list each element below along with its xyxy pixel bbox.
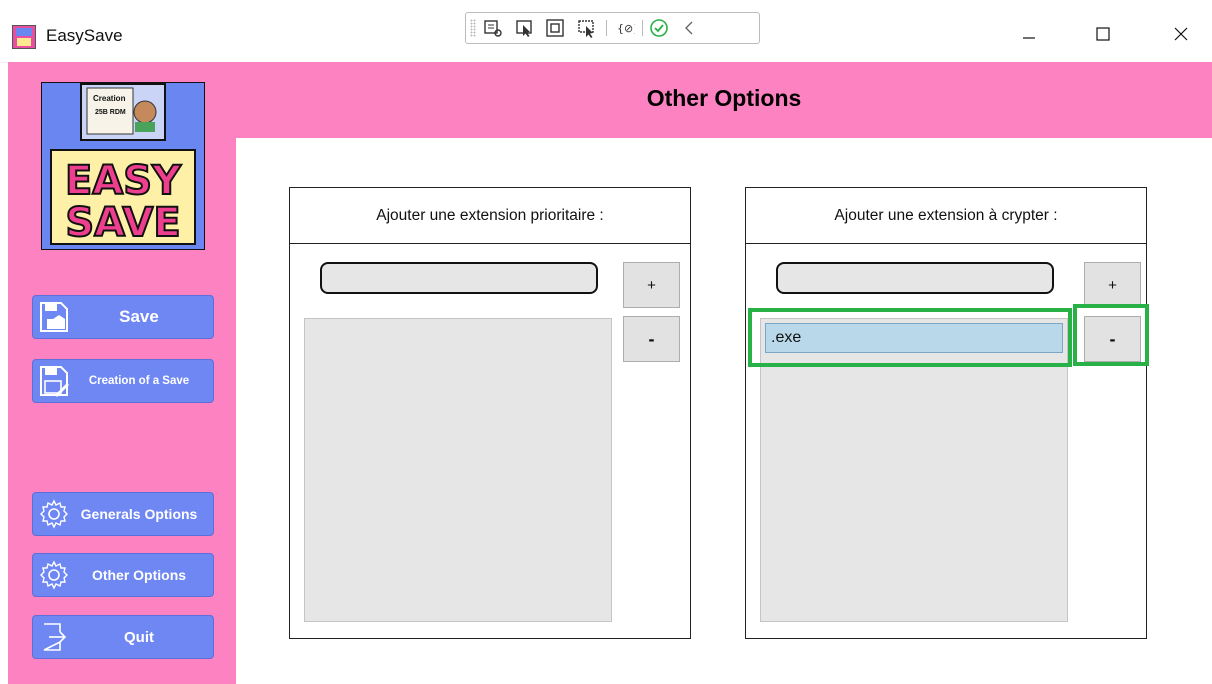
svg-text:{⊘}: {⊘} [617, 22, 635, 35]
nav-quit-button[interactable]: Quit [32, 615, 214, 659]
crypt-extension-list[interactable]: .exe [760, 318, 1068, 622]
sidebar: Creation 25B RDM EASY SAVE Save Creation… [8, 62, 236, 684]
minimize-button[interactable] [1006, 20, 1052, 48]
priority-extension-panel: Ajouter une extension prioritaire : + - [289, 187, 691, 639]
crypt-remove-button[interactable]: - [1084, 316, 1141, 362]
easysave-logo: Creation 25B RDM EASY SAVE [40, 81, 206, 251]
select-element-icon[interactable] [514, 17, 536, 39]
svg-text:Creation: Creation [93, 94, 126, 103]
app-icon [12, 25, 36, 49]
page-title: Other Options [646, 85, 802, 111]
nav-creation-button[interactable]: Creation of a Save [32, 359, 214, 403]
nav-creation-label: Creation of a Save [88, 375, 190, 387]
gear-icon [35, 499, 73, 529]
crypt-extension-panel: Ajouter une extension à crypter : + - .e… [745, 187, 1147, 639]
binding-failures-icon[interactable]: {⊘} [614, 17, 636, 39]
close-button[interactable] [1158, 20, 1204, 48]
priority-extension-input[interactable] [320, 262, 598, 294]
track-focus-icon[interactable] [576, 17, 598, 39]
nav-save-button[interactable]: Save [32, 295, 214, 339]
nav-generals-options-label: Generals Options [80, 506, 198, 522]
toolbar-grip-icon[interactable] [470, 19, 476, 37]
svg-text:25B RDM: 25B RDM [95, 109, 126, 116]
page-header: Other Options [236, 62, 1212, 138]
crypt-add-button[interactable]: + [1084, 262, 1141, 308]
display-adorners-icon[interactable] [544, 17, 566, 39]
priority-remove-button[interactable]: - [623, 316, 680, 362]
priority-add-button[interactable]: + [623, 262, 680, 308]
floppy-disk-edit-icon [35, 365, 73, 397]
svg-text:EASY: EASY [65, 158, 182, 204]
floppy-disk-icon [35, 301, 73, 333]
toolbar-separator [642, 20, 643, 36]
nav-save-label: Save [119, 307, 159, 326]
window-title: EasySave [46, 26, 123, 45]
exit-icon [35, 622, 73, 652]
priority-extension-list[interactable] [304, 318, 612, 622]
priority-panel-title: Ajouter une extension prioritaire : [290, 188, 690, 244]
nav-generals-options-button[interactable]: Generals Options [32, 492, 214, 536]
crypt-extension-input[interactable] [776, 262, 1054, 294]
maximize-button[interactable] [1080, 20, 1126, 48]
nav-other-options-label: Other Options [91, 567, 187, 583]
nav-quit-label: Quit [124, 628, 154, 646]
list-item[interactable]: .exe [765, 323, 1063, 353]
gear-icon [35, 560, 73, 590]
title-bar: EasySave {⊘} [0, 0, 1212, 63]
toolbar-separator [606, 20, 607, 36]
svg-text:SAVE: SAVE [65, 200, 180, 246]
nav-other-options-button[interactable]: Other Options [32, 553, 214, 597]
live-visual-tree-icon[interactable] [482, 17, 504, 39]
hot-reload-ok-icon[interactable] [648, 17, 670, 39]
debug-toolbar: {⊘} [465, 12, 760, 44]
collapse-toolbar-icon[interactable] [678, 17, 700, 39]
crypt-panel-title: Ajouter une extension à crypter : [746, 188, 1146, 244]
